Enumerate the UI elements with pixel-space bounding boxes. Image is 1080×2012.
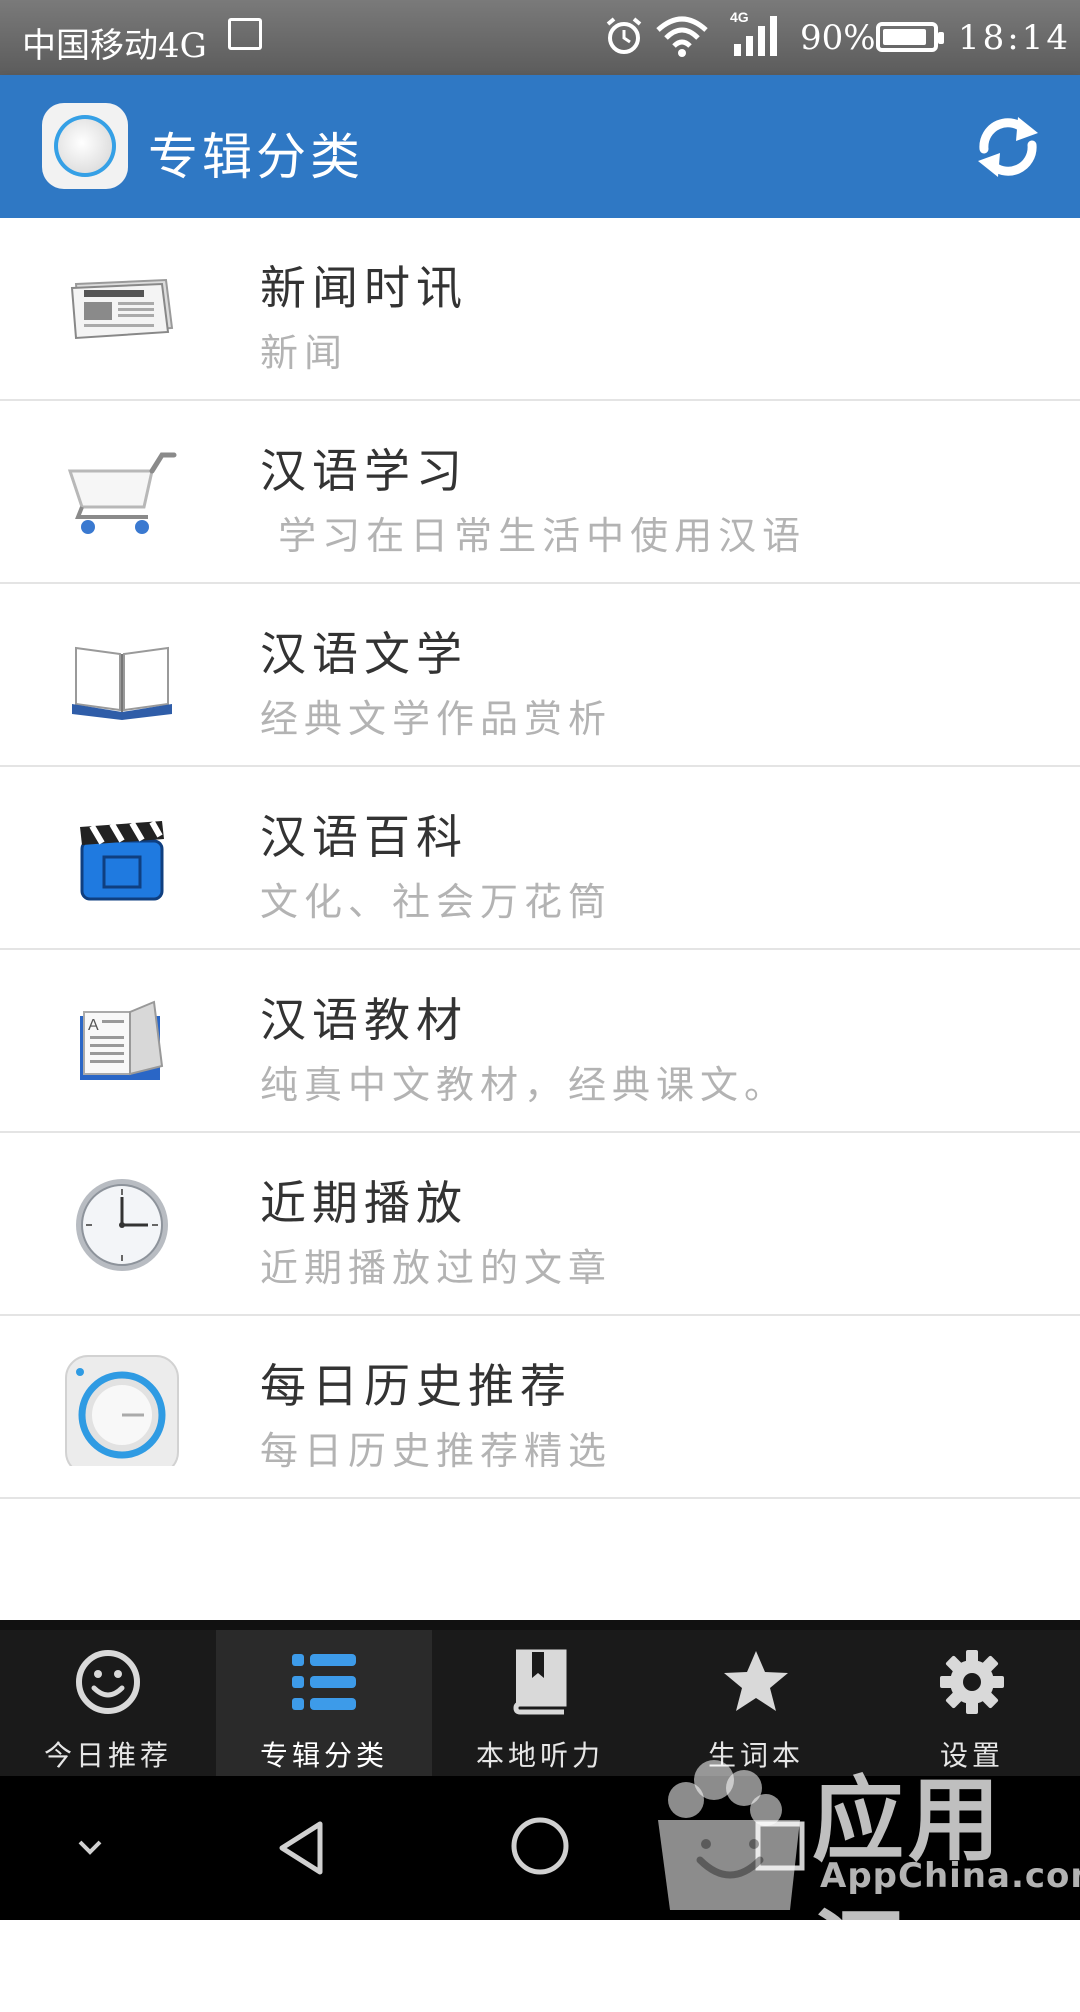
- category-list: 新闻时讯 新闻 汉语学习 学习在日常生活中使用汉语 汉语文学 经典文学作品赏析: [0, 218, 1080, 1499]
- home-circle-icon: [511, 1817, 569, 1875]
- hide-keyboard-button[interactable]: [70, 1828, 110, 1868]
- bottom-tab-bar: 今日推荐 专辑分类 本地听力 生词本 设置: [0, 1620, 1080, 1786]
- textbook-icon: A: [80, 1000, 164, 1080]
- clapperboard-icon: [80, 820, 164, 901]
- category-title: 汉语文学: [260, 627, 468, 681]
- back-triangle-icon: [279, 1821, 323, 1875]
- category-title: 新闻时讯: [260, 261, 468, 315]
- bookmark-book-icon: [513, 1649, 567, 1715]
- home-button[interactable]: [508, 1814, 572, 1878]
- category-subtitle: 近期播放过的文章: [260, 1246, 613, 1290]
- category-title: 每日历史推荐: [260, 1359, 572, 1413]
- star-icon: [724, 1651, 788, 1711]
- category-title: 汉语百科: [260, 810, 468, 864]
- refresh-button[interactable]: [970, 109, 1046, 185]
- alarm-icon: [606, 17, 642, 54]
- category-item-chinese-learning[interactable]: 汉语学习 学习在日常生活中使用汉语: [0, 401, 1080, 584]
- category-item-chinese-encyclopedia[interactable]: 汉语百科 文化、社会万花筒: [0, 767, 1080, 950]
- image-notification-icon: [228, 18, 262, 50]
- shopping-cart-icon: [67, 452, 177, 534]
- battery-percent: 90%: [800, 18, 876, 58]
- tab-vocabulary[interactable]: 生词本: [648, 1630, 864, 1786]
- category-subtitle: 新闻: [260, 331, 349, 375]
- category-subtitle: 纯真中文教材，经典课文。: [260, 1063, 789, 1107]
- category-item-chinese-textbooks[interactable]: A 汉语教材 纯真中文教材，经典课文。: [0, 950, 1080, 1133]
- app-logo-icon: [42, 103, 128, 189]
- refresh-icon: [978, 117, 1038, 177]
- app-bar: 专辑分类: [0, 75, 1080, 218]
- svg-text:A: A: [88, 1017, 99, 1034]
- category-title: 汉语教材: [260, 993, 468, 1047]
- page-title: 专辑分类: [148, 128, 364, 186]
- recent-apps-button[interactable]: [752, 1818, 808, 1874]
- tab-album-categories[interactable]: 专辑分类: [216, 1630, 432, 1786]
- network-type-label: 4G: [730, 9, 749, 25]
- system-navigation-bar: [0, 1776, 1080, 1920]
- category-item-recent-plays[interactable]: 近期播放 近期播放过的文章: [0, 1133, 1080, 1316]
- category-title: 近期播放: [260, 1176, 468, 1230]
- recent-apps-square-icon: [755, 1821, 805, 1871]
- tab-local-listening[interactable]: 本地听力: [432, 1630, 648, 1786]
- tab-label: 专辑分类: [259, 1739, 388, 1772]
- battery-icon: [876, 22, 944, 52]
- clock-time: 18:14: [958, 18, 1071, 58]
- chevron-down-icon: [78, 1840, 102, 1855]
- clock-icon: [76, 1179, 168, 1271]
- carrier-label: 中国移动4G: [22, 26, 207, 66]
- status-bar: 中国移动4G 4G 90% 18:14: [0, 0, 1080, 75]
- category-subtitle: 每日历史推荐精选: [260, 1429, 613, 1473]
- list-icon: [292, 1654, 356, 1710]
- tab-label: 设置: [939, 1739, 1004, 1772]
- category-title: 汉语学习: [260, 444, 468, 498]
- category-item-chinese-literature[interactable]: 汉语文学 经典文学作品赏析: [0, 584, 1080, 767]
- back-button[interactable]: [270, 1816, 334, 1880]
- tab-settings[interactable]: 设置: [864, 1630, 1080, 1786]
- tab-label: 本地听力: [475, 1739, 604, 1772]
- category-item-daily-history[interactable]: 每日历史推荐 每日历史推荐精选: [0, 1316, 1080, 1499]
- tab-label: 今日推荐: [43, 1739, 172, 1772]
- open-book-icon: [72, 646, 172, 720]
- tab-today-recommend[interactable]: 今日推荐: [0, 1630, 216, 1786]
- dial-icon: [65, 1355, 179, 1466]
- category-subtitle: 文化、社会万花筒: [260, 880, 613, 924]
- gear-icon: [940, 1650, 1004, 1714]
- smiley-icon: [76, 1650, 140, 1714]
- category-subtitle: 经典文学作品赏析: [260, 697, 613, 741]
- category-item-news[interactable]: 新闻时讯 新闻: [0, 218, 1080, 401]
- cell-signal-icon: 4G: [730, 9, 777, 56]
- category-subtitle: 学习在日常生活中使用汉语: [260, 514, 807, 558]
- newspaper-icon: [70, 278, 174, 340]
- wifi-icon: [656, 16, 708, 57]
- battery-fill: [883, 29, 926, 45]
- tab-label: 生词本: [707, 1739, 804, 1772]
